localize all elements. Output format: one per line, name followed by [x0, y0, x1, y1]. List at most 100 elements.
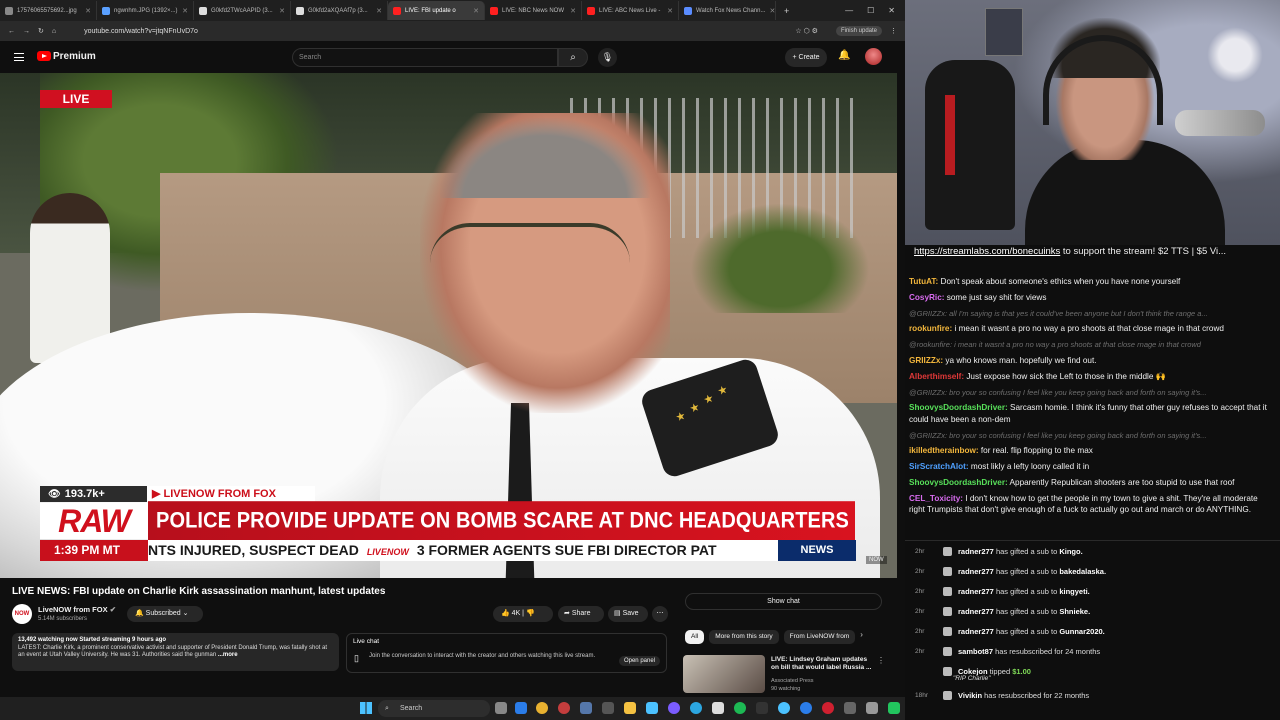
app-icon[interactable]	[866, 702, 878, 714]
finish-update-button[interactable]: Finish update	[835, 26, 882, 36]
chat-username[interactable]: ShoovysDoordashDriver:	[909, 478, 1008, 487]
chat-username[interactable]: rookunfire:	[909, 324, 952, 333]
support-banner: https://streamlabs.com/bonecuinks to sup…	[905, 245, 1280, 261]
browser-tab-active[interactable]: LIVE: FBI update o ✕	[388, 1, 485, 20]
chat-username[interactable]: TutuAT:	[909, 277, 938, 286]
more-actions-icon[interactable]: ⋯	[652, 606, 668, 622]
chat-username[interactable]: Alberthimself:	[909, 372, 964, 381]
chip-more-from-story[interactable]: More from this story	[709, 630, 779, 644]
chip-all[interactable]: All	[685, 630, 705, 644]
browser-tab[interactable]: G0kfd2TWcAAPID (3... ✕	[194, 1, 291, 20]
subscribed-button[interactable]: 🔔 Subscribed ⌄	[127, 606, 203, 622]
notifications-bell-icon[interactable]: 🔔	[838, 50, 850, 61]
chrome-icon[interactable]	[536, 702, 548, 714]
chat-username[interactable]: @GRIIZZx:	[909, 431, 947, 440]
browser-tab[interactable]: G0kfd2aXQAAf7p (3... ✕	[291, 1, 388, 20]
show-chat-button[interactable]: Show chat	[685, 593, 882, 610]
chat-username[interactable]: CEL_Toxicity:	[909, 494, 963, 503]
chevron-right-icon[interactable]: ›	[860, 630, 863, 644]
like-button[interactable]: 👍 4K | 👎	[493, 606, 553, 622]
search-icon[interactable]: ⌕	[558, 48, 588, 67]
app-icon[interactable]	[778, 702, 790, 714]
event-username[interactable]: radner277	[958, 567, 994, 576]
app-icon[interactable]	[844, 702, 856, 714]
save-button[interactable]: ▤ Save	[608, 606, 648, 622]
x-app-icon[interactable]	[712, 702, 724, 714]
recommendation-title[interactable]: LIVE: Lindsey Graham updates on bill tha…	[771, 656, 876, 672]
app-icon[interactable]	[668, 702, 680, 714]
app-icon[interactable]	[822, 702, 834, 714]
chat-username[interactable]: CosyRic:	[909, 293, 945, 302]
support-link[interactable]: https://streamlabs.com/bonecuinks	[914, 246, 1060, 257]
close-icon[interactable]: ✕	[85, 7, 91, 15]
video-player[interactable]: LIVE 👁 193.7k+ ▶ LIVENOW FROM FOX RAW POL…	[0, 73, 897, 578]
extensions-icon[interactable]: ☆ ⬡ ⚙	[795, 27, 818, 35]
app-icon[interactable]	[800, 702, 812, 714]
youtube-logo-icon[interactable]	[37, 51, 51, 61]
open-panel-button[interactable]: Open panel	[618, 656, 660, 666]
app-icon[interactable]	[602, 702, 614, 714]
close-icon[interactable]: ✕	[570, 7, 576, 15]
browser-tab[interactable]: Watch Fox News Chann... ✕	[679, 1, 776, 20]
chat-username[interactable]: ShoovysDoordashDriver:	[909, 403, 1008, 412]
app-icon[interactable]	[888, 702, 900, 714]
maximize-icon[interactable]: ☐	[867, 6, 874, 15]
reload-icon[interactable]: ↻	[38, 27, 44, 35]
spotify-icon[interactable]	[734, 702, 746, 714]
share-button[interactable]: ➦ Share	[558, 606, 604, 622]
event-username[interactable]: radner277	[958, 607, 994, 616]
microphone-icon[interactable]: 🎙	[598, 48, 617, 67]
brand-label[interactable]: Premium	[53, 51, 96, 62]
browser-tab[interactable]: LIVE: NBC News NOW ✕	[485, 1, 582, 20]
app-icon[interactable]	[756, 702, 768, 714]
close-icon[interactable]: ✕	[182, 7, 188, 15]
event-username[interactable]: radner277	[958, 627, 994, 636]
account-avatar[interactable]	[865, 48, 882, 65]
app-icon[interactable]	[690, 702, 702, 714]
file-explorer-icon[interactable]	[624, 702, 636, 714]
description-box[interactable]: 13,492 watching now Started streaming 9 …	[12, 633, 339, 671]
event-username[interactable]: sambot87	[958, 647, 993, 656]
browser-app-icon[interactable]	[558, 702, 570, 714]
event-username[interactable]: Vivikin	[958, 691, 982, 700]
chat-username[interactable]: GRIIZZx:	[909, 356, 943, 365]
home-icon[interactable]: ⌂	[52, 28, 56, 35]
chat-username[interactable]: @GRIIZZx:	[909, 388, 947, 397]
windows-start-icon[interactable]	[360, 702, 372, 714]
window-close-icon[interactable]: ✕	[888, 6, 895, 15]
channel-avatar[interactable]: NOW	[12, 604, 32, 624]
browser-tab[interactable]: 17576065575692...jpg ✕	[0, 1, 97, 20]
close-icon[interactable]: ✕	[473, 7, 479, 15]
url-field[interactable]: youtube.com/watch?v=jtqNFnUvD7o	[84, 28, 198, 35]
forward-icon[interactable]: →	[23, 28, 30, 35]
browser-menu-icon[interactable]: ⋮	[890, 27, 897, 35]
browser-tab[interactable]: ngwnhm.JPG (1392×...) ✕	[97, 1, 194, 20]
app-icon[interactable]	[646, 702, 658, 714]
chat-username[interactable]: ikilledtherainbow:	[909, 446, 979, 455]
create-button[interactable]: + Create	[785, 48, 827, 67]
recommendation-thumbnail[interactable]	[683, 655, 765, 693]
chat-username[interactable]: SirScratchAlot:	[909, 462, 969, 471]
search-input[interactable]: Search	[292, 48, 558, 67]
chip-from-channel[interactable]: From LiveNOW from	[783, 630, 856, 644]
task-view-icon[interactable]	[495, 702, 507, 714]
close-icon[interactable]: ✕	[279, 7, 285, 15]
app-icon[interactable]	[580, 702, 592, 714]
browser-tab[interactable]: LIVE: ABC News Live - ✕	[582, 1, 679, 20]
back-icon[interactable]: ←	[8, 28, 15, 35]
chat-username[interactable]: @rookunfire:	[909, 340, 952, 349]
event-username[interactable]: radner277	[958, 547, 994, 556]
more-link[interactable]: ...more	[218, 652, 238, 658]
close-icon[interactable]: ✕	[667, 7, 673, 15]
chat-username[interactable]: @GRIIZZx:	[909, 309, 947, 318]
minimize-icon[interactable]: —	[845, 6, 853, 15]
close-icon[interactable]: ✕	[376, 7, 382, 15]
event-username[interactable]: radner277	[958, 587, 994, 596]
edge-icon[interactable]	[515, 702, 527, 714]
taskbar-search-input[interactable]: ⌕ Search	[378, 700, 490, 717]
recommendation-menu-icon[interactable]: ⋮	[877, 656, 885, 665]
channel-name[interactable]: LiveNOW from FOX ✔	[38, 605, 116, 614]
menu-icon[interactable]	[14, 53, 24, 61]
close-icon[interactable]: ✕	[769, 7, 775, 15]
new-tab-button[interactable]: +	[784, 6, 789, 16]
